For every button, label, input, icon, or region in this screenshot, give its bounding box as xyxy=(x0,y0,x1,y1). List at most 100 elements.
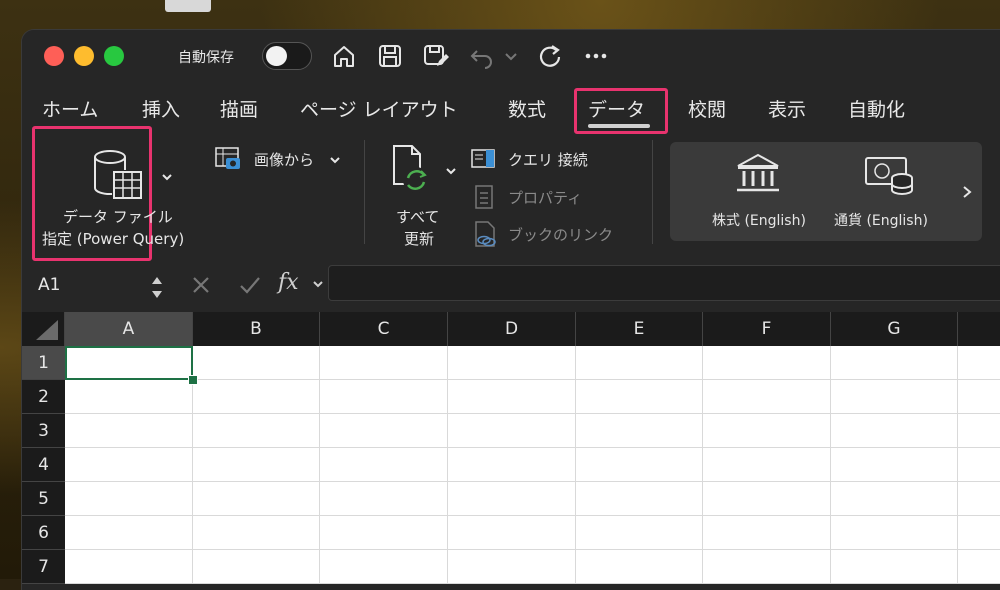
grid-cell[interactable] xyxy=(958,346,1000,380)
tab-formulas[interactable]: 数式 xyxy=(508,95,546,122)
home-icon[interactable] xyxy=(330,42,358,70)
column-header-b[interactable]: B xyxy=(193,312,320,346)
select-all-corner[interactable] xyxy=(22,312,65,346)
queries-connections-button[interactable]: クエリ 接続 xyxy=(470,146,650,172)
grid-cell[interactable] xyxy=(831,414,958,448)
grid-cell[interactable] xyxy=(193,414,320,448)
insert-function-button[interactable]: fx xyxy=(278,270,299,295)
stocks-data-type-button[interactable]: 株式 (English) xyxy=(688,150,818,234)
grid-cell[interactable] xyxy=(703,414,831,448)
tab-draw[interactable]: 描画 xyxy=(220,95,258,122)
grid-cell[interactable] xyxy=(576,448,703,482)
name-box-stepper-icon[interactable] xyxy=(150,274,164,302)
tab-page-layout[interactable]: ページ レイアウト xyxy=(300,95,458,122)
grid-cell[interactable] xyxy=(831,448,958,482)
grid-cell[interactable] xyxy=(831,380,958,414)
grid-cell[interactable] xyxy=(576,414,703,448)
grid-cell[interactable] xyxy=(320,448,448,482)
grid-cell[interactable] xyxy=(65,482,193,516)
tab-insert[interactable]: 挿入 xyxy=(142,95,180,122)
chevron-right-icon[interactable] xyxy=(960,184,974,200)
autosave-toggle[interactable] xyxy=(262,42,312,70)
grid-cell[interactable] xyxy=(193,482,320,516)
grid-cell[interactable] xyxy=(958,516,1000,550)
refresh-all-button[interactable]: すべて 更新 xyxy=(384,144,464,254)
grid-cell[interactable] xyxy=(448,448,576,482)
column-header-h[interactable] xyxy=(958,312,1000,346)
column-header-a[interactable]: A xyxy=(65,312,193,346)
row-header-1[interactable]: 1 xyxy=(22,346,65,380)
grid-cell[interactable] xyxy=(831,516,958,550)
tab-automate[interactable]: 自動化 xyxy=(848,95,905,122)
grid-cell[interactable] xyxy=(448,516,576,550)
save-as-icon[interactable] xyxy=(422,42,450,70)
more-icon[interactable] xyxy=(582,42,610,70)
grid-cell[interactable] xyxy=(958,448,1000,482)
grid-cell[interactable] xyxy=(65,414,193,448)
grid-cell[interactable] xyxy=(448,414,576,448)
column-header-g[interactable]: G xyxy=(831,312,958,346)
grid-cell[interactable] xyxy=(703,482,831,516)
power-query-label-line2: 指定 (Power Query) xyxy=(42,230,185,248)
currencies-data-type-button[interactable]: 通貨 (English) xyxy=(834,150,964,234)
column-header-e[interactable]: E xyxy=(576,312,703,346)
grid-cell[interactable] xyxy=(448,380,576,414)
column-header-d[interactable]: D xyxy=(448,312,576,346)
fill-handle[interactable] xyxy=(188,375,198,385)
tab-home[interactable]: ホーム xyxy=(42,95,98,122)
column-header-f[interactable]: F xyxy=(703,312,831,346)
grid-cell[interactable] xyxy=(193,448,320,482)
name-box[interactable]: A1 xyxy=(22,266,168,304)
close-window-button[interactable] xyxy=(44,46,64,66)
redo-icon[interactable] xyxy=(536,42,564,70)
tab-review[interactable]: 校閲 xyxy=(688,95,726,122)
grid-cell[interactable] xyxy=(65,380,193,414)
grid-cell[interactable] xyxy=(831,346,958,380)
grid-cell[interactable] xyxy=(703,346,831,380)
row-header-2[interactable]: 2 xyxy=(22,380,65,414)
grid-cell[interactable] xyxy=(65,516,193,550)
from-picture-button[interactable]: 画像から xyxy=(214,146,346,174)
confirm-entry-icon[interactable] xyxy=(238,274,262,296)
grid-cell[interactable] xyxy=(703,448,831,482)
row-header-4[interactable]: 4 xyxy=(22,448,65,482)
properties-button: プロパティ xyxy=(470,184,630,210)
chevron-down-icon[interactable] xyxy=(502,42,520,70)
grid-cell[interactable] xyxy=(576,380,703,414)
grid-cell[interactable] xyxy=(320,414,448,448)
tab-data[interactable]: データ xyxy=(588,95,645,122)
grid-cell[interactable] xyxy=(320,380,448,414)
grid-cell[interactable] xyxy=(576,516,703,550)
grid-cell[interactable] xyxy=(703,380,831,414)
undo-icon[interactable] xyxy=(468,42,496,70)
grid-cell[interactable] xyxy=(193,346,320,380)
tab-view[interactable]: 表示 xyxy=(768,95,806,122)
grid-cell[interactable] xyxy=(576,346,703,380)
grid-cell[interactable] xyxy=(958,414,1000,448)
grid-cell[interactable] xyxy=(65,448,193,482)
column-header-c[interactable]: C xyxy=(320,312,448,346)
minimize-window-button[interactable] xyxy=(74,46,94,66)
grid-cell[interactable] xyxy=(320,516,448,550)
row-header-6[interactable]: 6 xyxy=(22,516,65,550)
power-query-button[interactable]: データ ファイル 指定 (Power Query) xyxy=(36,140,206,260)
grid-cell[interactable] xyxy=(831,482,958,516)
save-icon[interactable] xyxy=(376,42,404,70)
grid-cell[interactable] xyxy=(958,380,1000,414)
selected-cell-a1[interactable] xyxy=(65,346,193,380)
grid-cell[interactable] xyxy=(193,516,320,550)
grid-cell[interactable] xyxy=(193,380,320,414)
chevron-down-icon[interactable] xyxy=(312,278,324,290)
grid-cell[interactable] xyxy=(448,346,576,380)
grid-cell[interactable] xyxy=(576,482,703,516)
grid-cell[interactable] xyxy=(958,482,1000,516)
maximize-window-button[interactable] xyxy=(104,46,124,66)
cancel-entry-icon[interactable] xyxy=(190,274,212,296)
grid-cell[interactable] xyxy=(448,482,576,516)
row-header-5[interactable]: 5 xyxy=(22,482,65,516)
formula-input[interactable] xyxy=(328,265,1000,301)
grid-cell[interactable] xyxy=(320,346,448,380)
grid-cell[interactable] xyxy=(320,482,448,516)
grid-cell[interactable] xyxy=(703,516,831,550)
row-header-3[interactable]: 3 xyxy=(22,414,65,448)
